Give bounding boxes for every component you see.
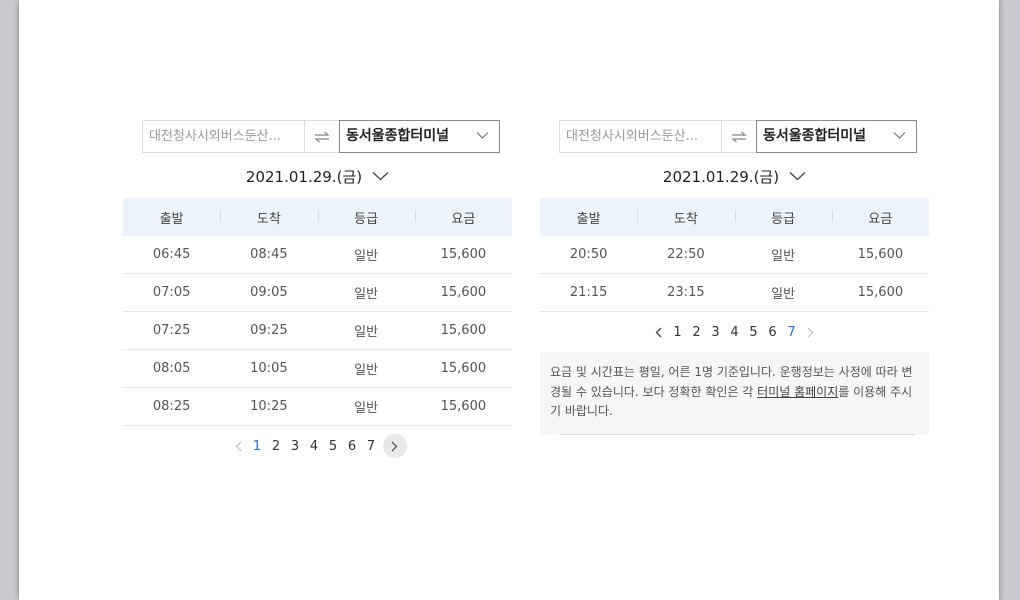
- cell-arrival: 22:50: [667, 247, 705, 262]
- timetable: 출발 도착 등급 요금 20:50 22:50 일반 15,600 21:15 …: [540, 198, 929, 312]
- table-row: 20:50 22:50 일반 15,600: [540, 236, 929, 274]
- cell-departure: 07:25: [152, 323, 191, 338]
- cell-grade: 일반: [354, 249, 379, 264]
- cell-arrival: 09:05: [250, 285, 288, 300]
- header-arrival: 도착: [637, 208, 734, 227]
- cell-grade: 일반: [354, 363, 379, 378]
- page-link-3[interactable]: 3: [286, 439, 305, 454]
- table-row: 07:05 09:05 일반 15,600: [123, 274, 512, 312]
- swap-arrows-icon: [731, 131, 747, 142]
- page-link-1[interactable]: 1: [248, 439, 267, 454]
- cell-arrival: 23:15: [667, 285, 705, 300]
- date-label: 2021.01.29.(금): [662, 167, 780, 186]
- timetable-panel-left: 대전청사시외버스둔산... 동서울종합터미널 2021.01.29.(금) 출발…: [123, 120, 512, 466]
- chevron-right-icon: [391, 441, 398, 451]
- page-link-2[interactable]: 2: [687, 325, 706, 340]
- chevron-right-icon: [807, 327, 814, 337]
- cell-fare: 15,600: [440, 247, 487, 262]
- arrival-label: 동서울종합터미널: [346, 128, 450, 144]
- page-link-1[interactable]: 1: [668, 325, 687, 340]
- table-row: 08:25 10:25 일반 15,600: [123, 388, 512, 426]
- header-fare: 요금: [414, 208, 512, 227]
- cell-fare: 15,600: [857, 285, 904, 300]
- header-fare: 요금: [831, 208, 929, 227]
- cell-grade: 일반: [771, 287, 796, 302]
- page-link-6[interactable]: 6: [763, 325, 782, 340]
- table-header: 출발 도착 등급 요금: [123, 198, 512, 236]
- terminal-homepage-link[interactable]: 터미널 홈페이지: [757, 385, 838, 399]
- chevron-down-icon: [476, 132, 489, 139]
- next-page-button[interactable]: [382, 434, 407, 458]
- swap-button[interactable]: [304, 120, 339, 153]
- header-departure: 출발: [159, 211, 184, 227]
- arrival-label: 동서울종합터미널: [763, 128, 867, 144]
- fare-notice: 요금 및 시간표는 평일, 어른 1명 기준입니다. 운행정보는 사정에 따라 …: [540, 352, 929, 434]
- page-link-6[interactable]: 6: [343, 439, 362, 454]
- chevron-left-icon: [655, 327, 662, 337]
- page: 대전청사시외버스둔산... 동서울종합터미널 2021.01.29.(금) 출발…: [19, 0, 999, 600]
- header-grade: 등급: [317, 208, 415, 227]
- table-row: 06:45 08:45 일반 15,600: [123, 236, 512, 274]
- cell-grade: 일반: [354, 287, 379, 302]
- arrival-select[interactable]: 동서울종합터미널: [339, 120, 500, 153]
- table-row: 08:05 10:05 일반 15,600: [123, 350, 512, 388]
- cell-fare: 15,600: [857, 247, 904, 262]
- cell-arrival: 09:25: [250, 323, 288, 338]
- cell-arrival: 10:05: [250, 361, 288, 376]
- cell-arrival: 08:45: [250, 247, 288, 262]
- cell-grade: 일반: [354, 325, 379, 340]
- cell-departure: 08:25: [152, 399, 191, 414]
- timetable-panel-right: 대전청사시외버스둔산... 동서울종합터미널 2021.01.29.(금) 출발…: [540, 120, 929, 435]
- page-link-5[interactable]: 5: [324, 439, 343, 454]
- page-link-5[interactable]: 5: [744, 325, 763, 340]
- cell-fare: 15,600: [440, 285, 487, 300]
- page-link-7[interactable]: 7: [362, 439, 381, 454]
- departure-field[interactable]: 대전청사시외버스둔산...: [559, 120, 721, 153]
- cell-arrival: 10:25: [250, 399, 288, 414]
- cell-fare: 15,600: [440, 399, 487, 414]
- cell-fare: 15,600: [440, 323, 487, 338]
- chevron-down-icon: [789, 172, 806, 181]
- page-link-2[interactable]: 2: [267, 439, 286, 454]
- pagination: 1 2 3 4 5 6 7: [540, 312, 929, 352]
- departure-field[interactable]: 대전청사시외버스둔산...: [142, 120, 304, 153]
- table-row: 07:25 09:25 일반 15,600: [123, 312, 512, 350]
- chevron-down-icon: [893, 132, 906, 139]
- date-selector[interactable]: 2021.01.29.(금): [123, 165, 512, 187]
- cell-grade: 일반: [354, 401, 379, 416]
- chevron-down-icon: [372, 172, 389, 181]
- route-selector: 대전청사시외버스둔산... 동서울종합터미널: [142, 120, 500, 153]
- cell-grade: 일반: [771, 249, 796, 264]
- swap-arrows-icon: [314, 131, 330, 142]
- cell-departure: 08:05: [152, 361, 191, 376]
- cell-fare: 15,600: [440, 361, 487, 376]
- header-grade: 등급: [734, 208, 832, 227]
- header-departure: 출발: [576, 211, 601, 227]
- table-header: 출발 도착 등급 요금: [540, 198, 929, 236]
- arrival-select[interactable]: 동서울종합터미널: [756, 120, 917, 153]
- page-link-4[interactable]: 4: [725, 325, 744, 340]
- cell-departure: 07:05: [152, 285, 191, 300]
- cell-departure: 20:50: [569, 247, 608, 262]
- date-label: 2021.01.29.(금): [245, 167, 363, 186]
- date-selector[interactable]: 2021.01.29.(금): [540, 165, 929, 187]
- page-link-3[interactable]: 3: [706, 325, 725, 340]
- cell-departure: 06:45: [152, 247, 191, 262]
- header-arrival: 도착: [220, 208, 317, 227]
- page-link-7[interactable]: 7: [782, 325, 801, 340]
- divider: [559, 434, 915, 435]
- cell-departure: 21:15: [569, 285, 608, 300]
- pagination: 1 2 3 4 5 6 7: [123, 426, 512, 466]
- prev-page-button[interactable]: [649, 321, 668, 343]
- chevron-left-icon: [235, 441, 241, 451]
- route-selector: 대전청사시외버스둔산... 동서울종합터미널: [559, 120, 917, 153]
- prev-page-button[interactable]: [229, 435, 248, 457]
- swap-button[interactable]: [721, 120, 756, 153]
- next-page-button[interactable]: [801, 321, 820, 343]
- table-row: 21:15 23:15 일반 15,600: [540, 274, 929, 312]
- timetable: 출발 도착 등급 요금 06:45 08:45 일반 15,600 07:05 …: [123, 198, 512, 426]
- page-link-4[interactable]: 4: [305, 439, 324, 454]
